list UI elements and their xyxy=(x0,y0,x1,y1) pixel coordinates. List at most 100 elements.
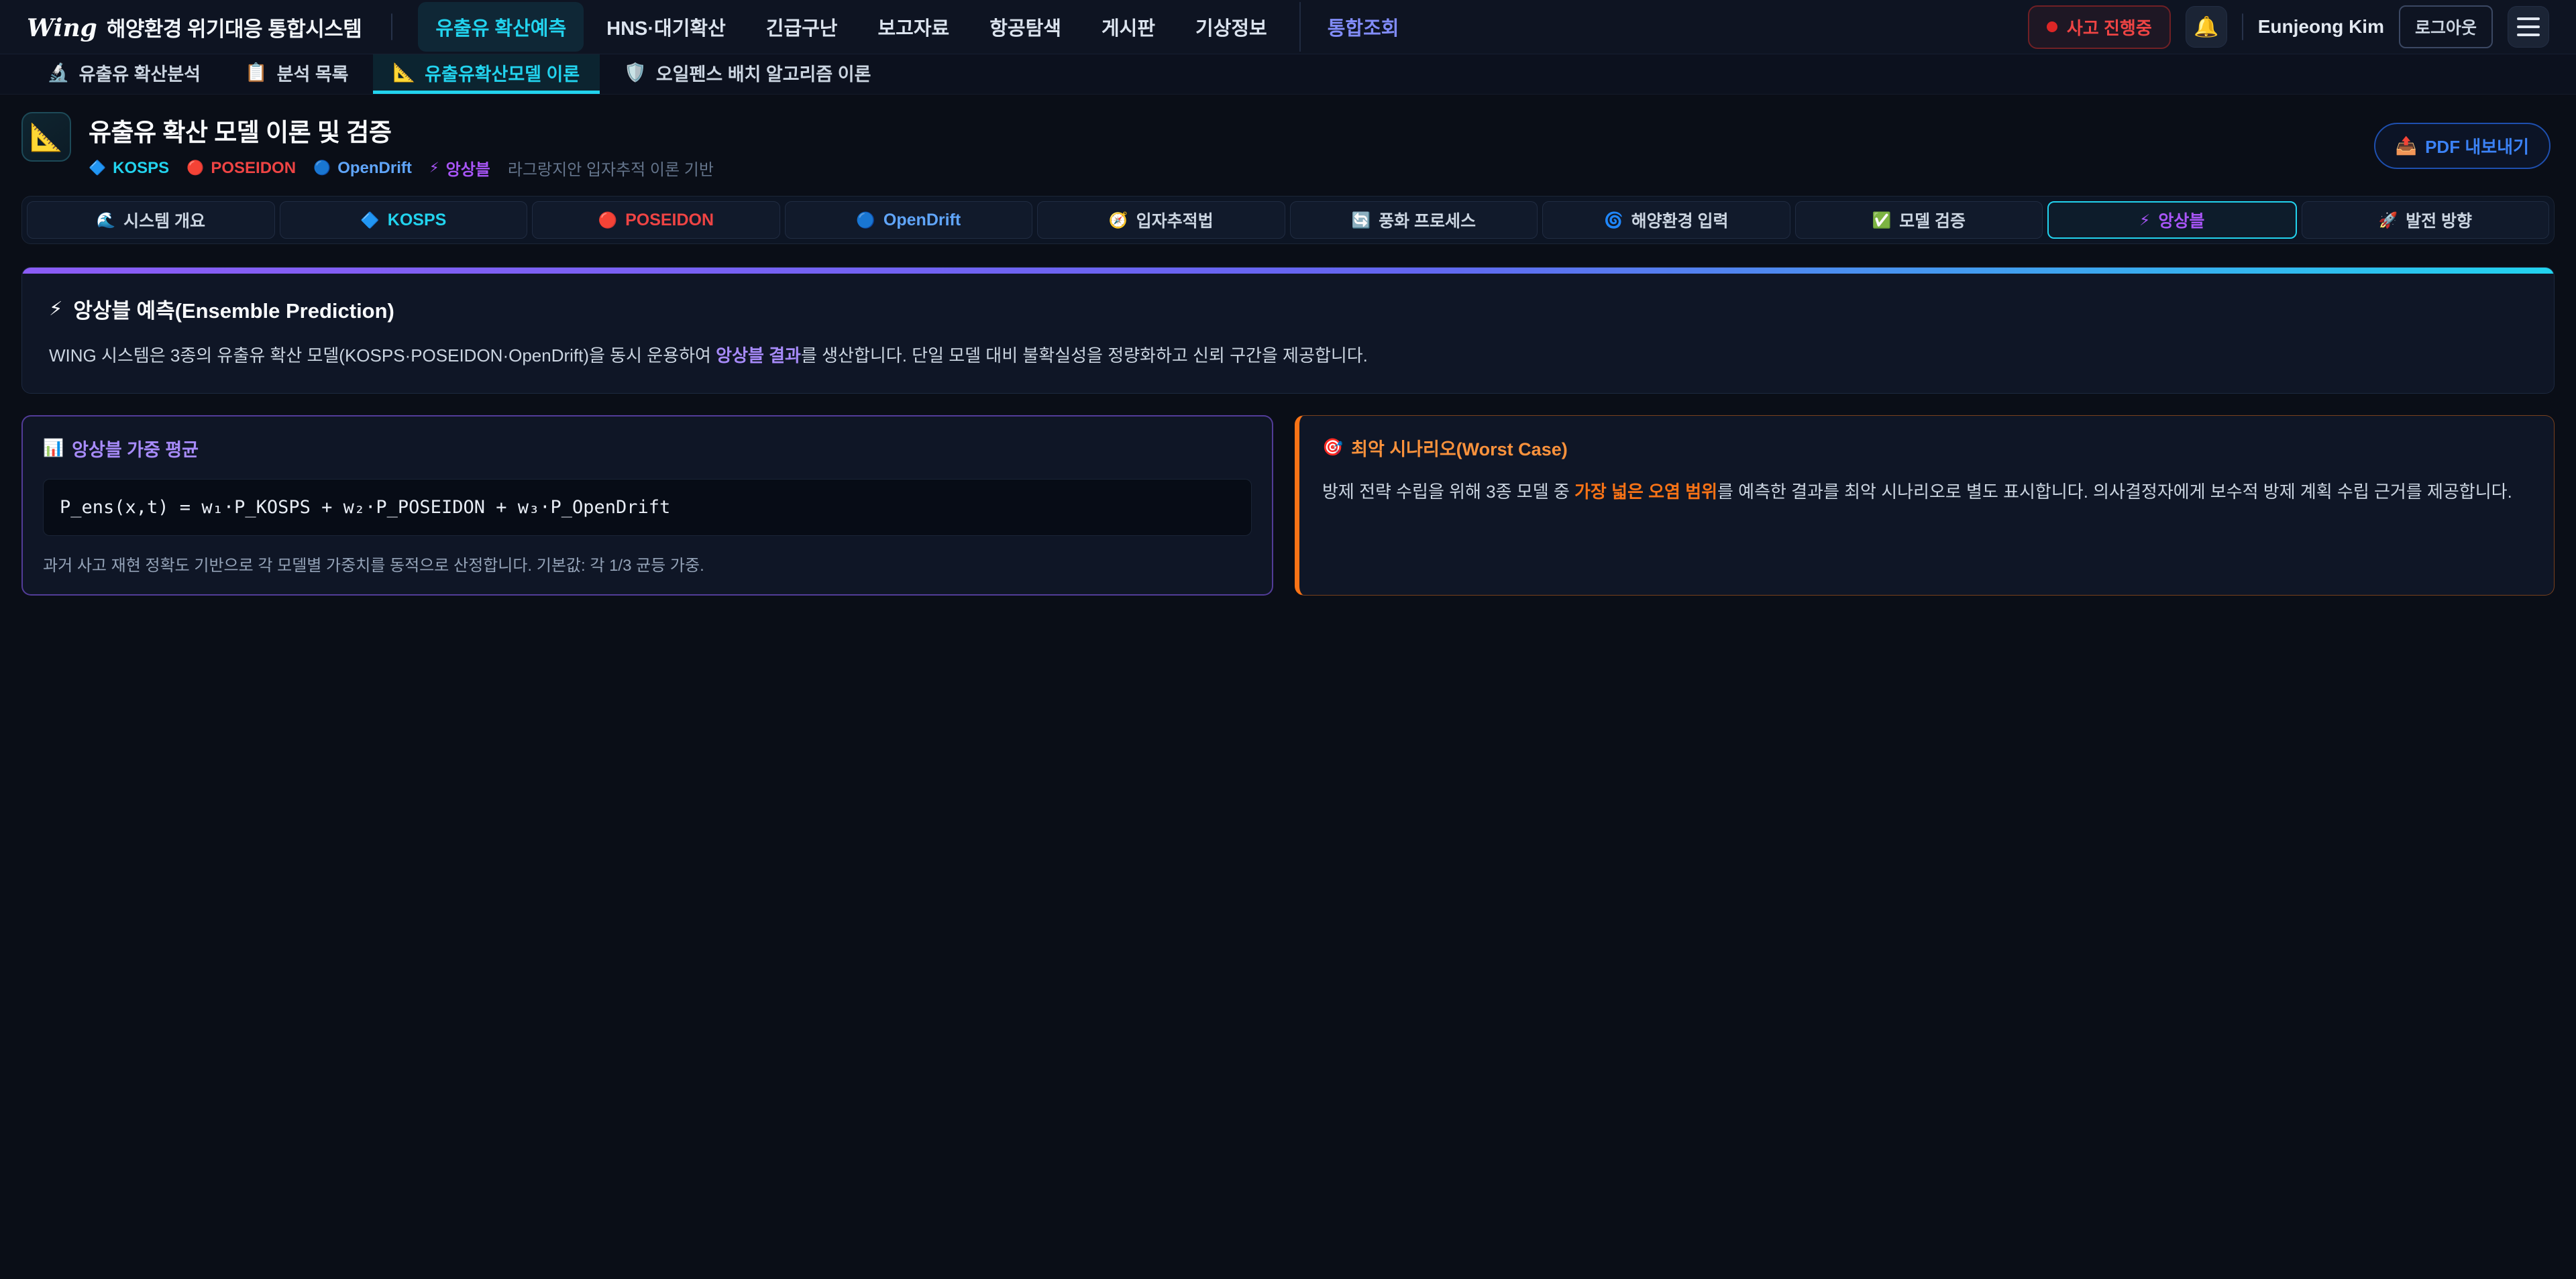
notifications-button[interactable]: 🔔 xyxy=(2186,6,2227,48)
main-nav-item[interactable]: 기상정보 xyxy=(1178,2,1285,52)
ensemble-desc-pre: WING 시스템은 3종의 유출유 확산 모델(KOSPS·POSEIDON·O… xyxy=(49,345,716,366)
worst-card-title: 🎯 최악 시나리오(Worst Case) xyxy=(1322,435,2531,461)
main-nav-item[interactable]: 게시판 xyxy=(1084,2,1173,52)
sub-tab-bar: 🔬 유출유 확산분석 📋 분석 목록 📐 유출유확산모델 이론 🛡️ 오일펜스 … xyxy=(0,54,2576,95)
ensemble-description: WING 시스템은 3종의 유출유 확산 모델(KOSPS·POSEIDON·O… xyxy=(49,343,2527,369)
section-nav-label: 시스템 개요 xyxy=(123,208,205,232)
main-navigation: 유출유 확산예측 HNS·대기확산 긴급구난 보고자료 항공탐색 게시판 기 xyxy=(418,2,2015,52)
gradient-top-border xyxy=(22,268,2554,274)
model-badge: 🔴 POSEIDON xyxy=(186,159,296,178)
model-badge-label: POSEIDON xyxy=(211,159,296,178)
worst-desc-post: 를 예측한 결과를 최악 시나리오로 별도 표시합니다. 의사결정자에게 보수적… xyxy=(1717,482,2512,502)
sub-tab[interactable]: 🛡️ 오일펜스 배치 알고리즘 이론 xyxy=(604,54,891,94)
section-nav-icon: ✅ xyxy=(1872,211,1891,229)
model-badge-label: KOSPS xyxy=(113,159,169,178)
section-nav-item[interactable]: 🔵 OpenDrift xyxy=(785,201,1033,239)
section-nav-label: 발전 방향 xyxy=(2406,208,2472,232)
main-nav-item[interactable]: 항공탐색 xyxy=(972,2,1079,52)
section-nav-icon: 🔴 xyxy=(598,211,617,229)
model-badge-row: 🔷 KOSPS 🔴 POSEIDON 🔵 OpenDrift xyxy=(89,156,714,180)
section-nav-icon: 🚀 xyxy=(2378,211,2398,229)
main-nav-item[interactable]: 유출유 확산예측 xyxy=(418,2,584,52)
main-nav-item-label: 유출유 확산예측 xyxy=(435,18,566,40)
section-nav-item[interactable]: 🧭 입자추적법 xyxy=(1037,201,1285,239)
sub-tab[interactable]: 📋 분석 목록 xyxy=(225,54,369,94)
tab-label: 유출유확산모델 이론 xyxy=(425,60,580,86)
section-nav-label: 풍화 프로세스 xyxy=(1379,208,1476,232)
sub-tab[interactable]: 📐 유출유확산모델 이론 xyxy=(373,54,600,94)
worst-case-card: 🎯 최악 시나리오(Worst Case) 방제 전략 수립을 위해 3종 모델… xyxy=(1295,415,2555,596)
topbar-right-controls: 사고 진행중 🔔 Eunjeong Kim 로그아웃 xyxy=(2028,5,2549,49)
main-nav-item-label: 항공탐색 xyxy=(989,18,1061,40)
section-nav-item[interactable]: 🌊 시스템 개요 xyxy=(27,201,275,239)
section-nav-icon: 🔵 xyxy=(856,211,875,229)
ensemble-section-body: ⚡ 앙상블 예측(Ensemble Prediction) WING 시스템은 … xyxy=(22,274,2554,393)
incident-badge-label: 사고 진행중 xyxy=(2067,15,2152,40)
section-nav-item[interactable]: 🔄 풍화 프로세스 xyxy=(1290,201,1538,239)
page-content: 📐 유출유 확산 모델 이론 및 검증 🔷 KOSPS 🔴 POSEIDON xyxy=(0,112,2576,596)
section-nav-item[interactable]: 🔴 POSEIDON xyxy=(532,201,780,239)
ensemble-prediction-section: ⚡ 앙상블 예측(Ensemble Prediction) WING 시스템은 … xyxy=(21,267,2555,394)
section-navigation: 🌊 시스템 개요 🔷 KOSPS 🔴 POSEIDON 🔵 OpenDrift … xyxy=(21,196,2555,244)
ensemble-section-heading: ⚡ 앙상블 예측(Ensemble Prediction) xyxy=(49,294,2527,324)
page-title: 유출유 확산 모델 이론 및 검증 xyxy=(89,112,714,148)
section-nav-icon: ⚡ xyxy=(2139,211,2150,229)
main-nav-item[interactable]: 통합조회 xyxy=(1299,2,1417,52)
main-nav-item-label: 보고자료 xyxy=(878,18,950,40)
top-bar: Wing 해양환경 위기대응 통합시스템 유출유 확산예측 HNS·대기확산 긴… xyxy=(0,0,2576,54)
incident-status-badge[interactable]: 사고 진행중 xyxy=(2028,5,2171,49)
logout-button[interactable]: 로그아웃 xyxy=(2399,5,2493,48)
app-title: 해양환경 위기대응 통합시스템 xyxy=(107,12,362,42)
menu-button[interactable] xyxy=(2508,6,2549,48)
section-nav-item[interactable]: 🌀 해양환경 입력 xyxy=(1542,201,1790,239)
tab-icon: 🛡️ xyxy=(624,62,647,83)
app-logo[interactable]: Wing 해양환경 위기대응 통합시스템 xyxy=(27,12,362,42)
main-nav-item-label: 통합조회 xyxy=(1328,18,1399,40)
model-badge-icon: 🔷 xyxy=(89,160,106,176)
tab-icon: 📋 xyxy=(245,62,268,83)
tab-label: 유출유 확산분석 xyxy=(79,60,201,86)
page-subtitle: 라그랑지안 입자추적 이론 기반 xyxy=(508,156,714,180)
ensemble-desc-highlight: 앙상블 결과 xyxy=(716,345,801,366)
section-nav-icon: 🔄 xyxy=(1351,211,1371,229)
hamburger-icon xyxy=(2517,17,2540,36)
section-nav-icon: 🌀 xyxy=(1604,211,1623,229)
section-nav-item[interactable]: ✅ 모델 검증 xyxy=(1795,201,2043,239)
section-nav-item[interactable]: 🔷 KOSPS xyxy=(280,201,528,239)
weighted-average-card: 📊 앙상블 가중 평균 P_ens(x,t) = w₁·P_KOSPS + w₂… xyxy=(21,415,1273,596)
user-name: Eunjeong Kim xyxy=(2258,16,2384,38)
ensemble-formula: P_ens(x,t) = w₁·P_KOSPS + w₂·P_POSEIDON … xyxy=(43,479,1252,536)
weighted-card-title-text: 앙상블 가중 평균 xyxy=(72,435,199,461)
triangle-ruler-icon: 📐 xyxy=(30,121,63,153)
model-badges: 🔷 KOSPS 🔴 POSEIDON 🔵 OpenDrift xyxy=(89,156,490,180)
logo-wing-mark: Wing xyxy=(27,14,97,42)
section-nav-icon: 🔷 xyxy=(360,211,380,229)
main-nav-item[interactable]: 보고자료 xyxy=(861,2,967,52)
model-badge-label: OpenDrift xyxy=(337,159,412,178)
worst-card-description: 방제 전략 수립을 위해 3종 모델 중 가장 넓은 오염 범위를 예측한 결과… xyxy=(1322,478,2531,505)
section-nav-label: POSEIDON xyxy=(625,211,714,230)
worst-desc-highlight: 가장 넓은 오염 범위 xyxy=(1574,482,1717,502)
main-nav-item-label: 게시판 xyxy=(1102,18,1155,40)
main-nav-item[interactable]: 긴급구난 xyxy=(749,2,855,52)
model-badge: 🔵 OpenDrift xyxy=(313,159,412,178)
tab-icon: 🔬 xyxy=(47,62,70,83)
tab-label: 오일펜스 배치 알고리즘 이론 xyxy=(656,60,871,86)
model-badge: 🔷 KOSPS xyxy=(89,159,169,178)
section-nav-item[interactable]: ⚡ 앙상블 xyxy=(2047,201,2297,239)
sub-tab[interactable]: 🔬 유출유 확산분석 xyxy=(27,54,221,94)
tab-icon: 📐 xyxy=(393,62,416,83)
export-icon: 📤 xyxy=(2396,135,2417,156)
section-nav-item[interactable]: 🚀 발전 방향 xyxy=(2302,201,2550,239)
ensemble-desc-post: 를 생산합니다. 단일 모델 대비 불확실성을 정량화하고 신뢰 구간을 제공합… xyxy=(801,345,1368,366)
pdf-export-button[interactable]: 📤 PDF 내보내기 xyxy=(2374,123,2551,169)
section-nav-label: 해양환경 입력 xyxy=(1631,208,1729,232)
tab-label: 분석 목록 xyxy=(277,60,349,86)
section-nav-label: OpenDrift xyxy=(883,211,961,230)
worst-desc-pre: 방제 전략 수립을 위해 3종 모델 중 xyxy=(1322,482,1574,502)
topbar-divider xyxy=(391,13,392,40)
lightning-icon: ⚡ xyxy=(49,297,62,321)
pdf-export-label: PDF 내보내기 xyxy=(2425,133,2529,158)
main-nav-item[interactable]: HNS·대기확산 xyxy=(589,2,743,52)
model-badge-label: 앙상블 xyxy=(446,156,490,180)
